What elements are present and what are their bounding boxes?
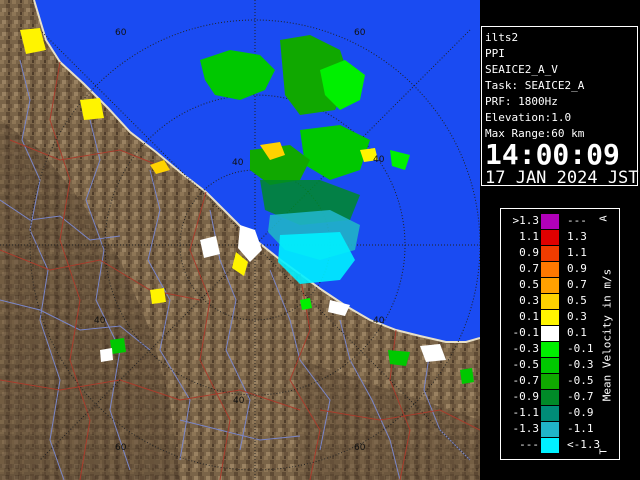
legend-row: -0.3 -0.1 (501, 341, 601, 357)
task-name: Task: SEAICE2_A (485, 79, 585, 92)
legend-lower-bound: -0.3 (512, 342, 540, 355)
legend-upper-bound: -0.1 (567, 342, 594, 355)
ring-label: 60 (354, 28, 366, 38)
legend-lower-bound: 1.1 (519, 230, 539, 243)
legend-top-marker: A (598, 215, 610, 222)
ring-label: 40 (233, 396, 245, 406)
legend-lower-bound: 0.9 (519, 246, 539, 259)
legend-lower-bound: --- (519, 438, 539, 451)
product-name: SEAICE2_A_V (485, 63, 558, 76)
legend-upper-bound: -1.1 (567, 422, 594, 435)
legend-upper-bound: 1.1 (567, 246, 587, 259)
legend-row: -0.1 0.1 (501, 325, 601, 341)
legend-lower-bound: 0.1 (519, 310, 539, 323)
legend-row: 0.9 1.1 (501, 245, 601, 261)
legend-lower-bound: 0.5 (519, 278, 539, 291)
prf-value: PRF: 1800Hz (485, 95, 558, 108)
legend-color-swatch (541, 262, 559, 277)
legend-upper-bound: --- (567, 214, 587, 227)
ring-label: 60 (115, 28, 127, 38)
legend-lower-bound: >1.3 (512, 214, 540, 227)
ring-label: 40 (373, 155, 385, 165)
legend-color-swatch (541, 390, 559, 405)
legend-upper-bound: 0.9 (567, 262, 587, 275)
legend-row: >1.3 --- (501, 213, 601, 229)
legend-row: -1.1 -0.9 (501, 405, 601, 421)
legend-color-swatch (541, 342, 559, 357)
velocity-legend: >1.3 --- 1.1 1.3 0.9 1.1 0.7 0.9 0.5 0.7 0.3 0.5 0.1… (500, 208, 620, 460)
scan-info-panel: ilts2 PPI SEAICE2_A_V Task: SEAICE2_A PR… (481, 26, 639, 188)
legend-color-swatch (541, 230, 559, 245)
legend-color-swatch (541, 438, 559, 453)
legend-title-column: A Mean Velocity in m/s T (597, 215, 617, 455)
legend-color-swatch (541, 406, 559, 421)
legend-color-swatch (541, 214, 559, 229)
legend-upper-bound: 0.5 (567, 294, 587, 307)
legend-lower-bound: -0.1 (512, 326, 540, 339)
elevation-value: Elevation:1.0 (485, 111, 572, 124)
scan-type: PPI (485, 47, 505, 60)
legend-row: 1.1 1.3 (501, 229, 601, 245)
legend-color-swatch (541, 374, 559, 389)
legend-color-swatch (541, 246, 559, 261)
legend-upper-bound: -0.3 (567, 358, 594, 371)
legend-upper-bound: <-1.3 (567, 438, 601, 451)
legend-lower-bound: -0.9 (512, 390, 540, 403)
legend-color-swatch (541, 326, 559, 341)
radar-map-svg: 60 60 40 40 40 40 40 60 60 (0, 0, 480, 480)
legend-row: --- <-1.3 (501, 437, 601, 453)
legend-row: -1.3 -1.1 (501, 421, 601, 437)
ring-label: 40 (94, 316, 106, 326)
legend-color-swatch (541, 358, 559, 373)
legend-row: 0.7 0.9 (501, 261, 601, 277)
legend-row: -0.5 -0.3 (501, 357, 601, 373)
legend-upper-bound: 1.3 (567, 230, 587, 243)
legend-row: 0.5 0.7 (501, 277, 601, 293)
legend-row: 0.1 0.3 (501, 309, 601, 325)
legend-upper-bound: -0.9 (567, 406, 594, 419)
scan-time: 14:00:09 (485, 138, 620, 171)
ring-label: 60 (115, 443, 127, 453)
legend-lower-bound: -0.5 (512, 358, 540, 371)
legend-title: Mean Velocity in m/s (600, 268, 614, 402)
legend-lower-bound: -1.3 (512, 422, 540, 435)
legend-color-swatch (541, 310, 559, 325)
legend-bottom-marker: T (598, 448, 610, 455)
legend-upper-bound: 0.3 (567, 310, 587, 323)
legend-color-swatch (541, 278, 559, 293)
scan-date: 17 JAN 2024 JST (485, 168, 639, 188)
legend-lower-bound: 0.3 (519, 294, 539, 307)
legend-row: -0.7 -0.5 (501, 373, 601, 389)
legend-lower-bound: -0.7 (512, 374, 540, 387)
ring-label: 40 (232, 158, 244, 168)
legend-upper-bound: -0.5 (567, 374, 594, 387)
legend-upper-bound: 0.1 (567, 326, 587, 339)
legend-upper-bound: 0.7 (567, 278, 587, 291)
legend-upper-bound: -0.7 (567, 390, 594, 403)
site-name: ilts2 (485, 31, 519, 44)
legend-row: -0.9 -0.7 (501, 389, 601, 405)
legend-color-swatch (541, 422, 559, 437)
legend-color-swatch (541, 294, 559, 309)
legend-lower-bound: 0.7 (519, 262, 539, 275)
legend-lower-bound: -1.1 (512, 406, 540, 419)
legend-row: 0.3 0.5 (501, 293, 601, 309)
ring-label: 40 (373, 316, 385, 326)
ring-label: 60 (354, 443, 366, 453)
radar-ppi-map: 60 60 40 40 40 40 40 60 60 (0, 0, 480, 480)
